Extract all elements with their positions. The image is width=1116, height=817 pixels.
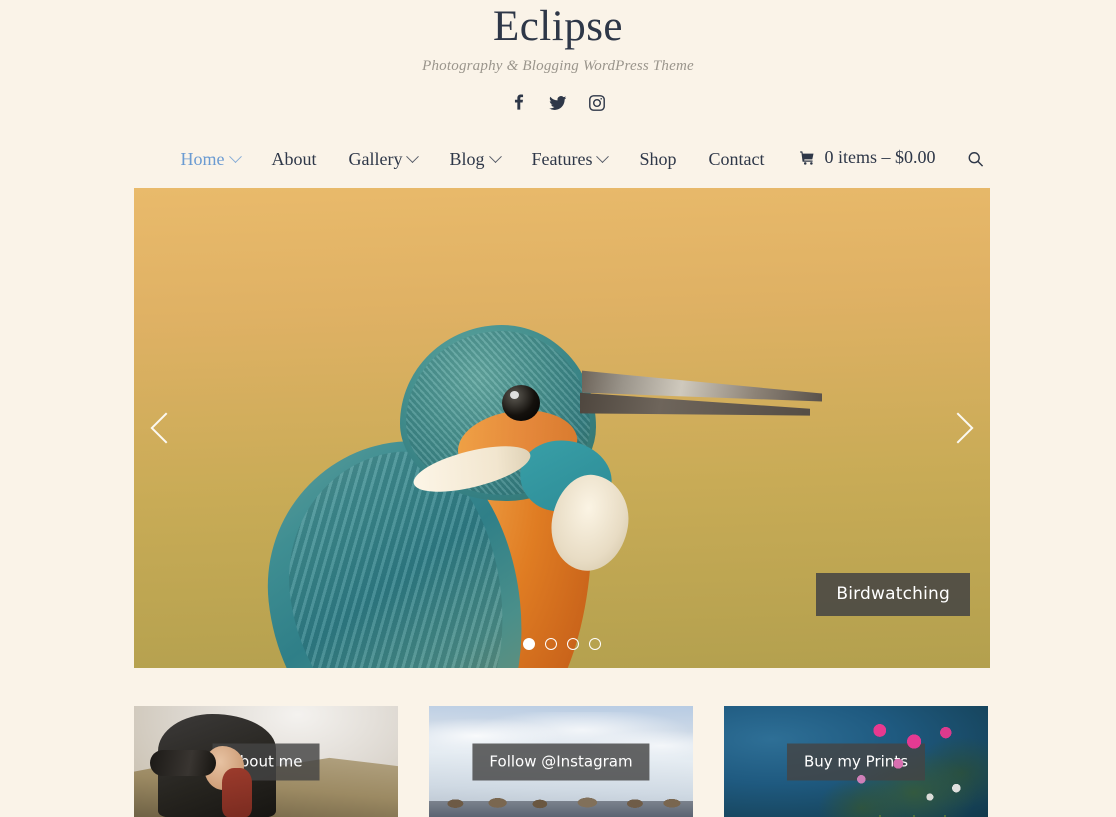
flower-blooms-shape (724, 706, 988, 817)
instagram-icon[interactable] (587, 93, 607, 113)
chevron-down-icon (228, 149, 242, 163)
nav-label-contact: Contact (708, 148, 765, 169)
nav-link-about[interactable]: About (256, 149, 333, 170)
nav-item-cart: 0 items – $0.00 (781, 147, 952, 171)
promo-image-prints (724, 706, 988, 817)
cart-link[interactable]: 0 items – $0.00 (781, 147, 952, 168)
chevron-right-icon (942, 412, 974, 444)
slider-prev-arrow-icon[interactable] (134, 188, 198, 668)
twitter-icon[interactable] (548, 93, 568, 113)
nav-link-features[interactable]: Features (516, 149, 624, 170)
search-icon[interactable] (963, 147, 988, 172)
chevron-left-icon (150, 412, 182, 444)
nav-item-contact: Contact (693, 149, 781, 170)
slide-caption[interactable]: Birdwatching (816, 573, 970, 616)
nav-link-contact[interactable]: Contact (693, 149, 781, 170)
animal-silhouettes-shape (429, 791, 693, 809)
facebook-icon[interactable] (509, 93, 529, 113)
nav-item-blog: Blog (433, 149, 515, 170)
chevron-down-icon (406, 149, 420, 163)
promo-label: Follow @Instagram (472, 743, 650, 780)
nav-label-gallery: Gallery (348, 148, 403, 169)
nav-link-home[interactable]: Home (165, 149, 256, 170)
promo-card-instagram[interactable]: Follow @Instagram (429, 706, 693, 817)
nav-list: Home About Gallery Blog Features Shop Co… (165, 147, 952, 171)
chevron-down-icon (596, 149, 610, 163)
page-root: Eclipse Photography & Blogging WordPress… (0, 0, 1116, 817)
promo-cards: About me Follow @Instagram Buy my Prints (134, 706, 990, 817)
nav-item-shop: Shop (623, 149, 692, 170)
cart-icon (799, 150, 816, 166)
nav-link-gallery[interactable]: Gallery (333, 149, 434, 170)
promo-card-about-me[interactable]: About me (134, 706, 398, 817)
nav-item-features: Features (516, 149, 624, 170)
slider-dot[interactable] (523, 638, 535, 650)
slider-dot[interactable] (589, 638, 601, 650)
nav-link-shop[interactable]: Shop (623, 149, 692, 170)
nav-label-about: About (271, 148, 317, 169)
nav-label-home: Home (180, 148, 225, 169)
social-links (0, 92, 1116, 114)
camera-lens-shape (150, 750, 216, 776)
nav-item-home: Home (165, 149, 256, 170)
nav-label-shop: Shop (639, 148, 677, 169)
chevron-down-icon (488, 149, 502, 163)
nav-label-blog: Blog (449, 148, 485, 169)
slider-dot[interactable] (545, 638, 557, 650)
promo-card-prints[interactable]: Buy my Prints (724, 706, 988, 817)
kingfisher-illustration (252, 293, 822, 668)
site-title: Eclipse (492, 3, 624, 50)
main-navigation: Home About Gallery Blog Features Shop Co… (0, 136, 1116, 182)
nav-item-gallery: Gallery (333, 149, 434, 170)
cart-label: 0 items – $0.00 (824, 147, 936, 168)
site-header: Eclipse Photography & Blogging WordPress… (0, 0, 1116, 114)
nav-item-about: About (256, 149, 333, 170)
site-tagline: Photography & Blogging WordPress Theme (422, 58, 694, 74)
slider-pagination (134, 638, 990, 650)
hero-slider: Birdwatching (134, 188, 990, 668)
slider-dot[interactable] (567, 638, 579, 650)
nav-link-blog[interactable]: Blog (433, 149, 515, 170)
scarf-shape (222, 768, 252, 817)
nav-label-features: Features (531, 148, 593, 169)
